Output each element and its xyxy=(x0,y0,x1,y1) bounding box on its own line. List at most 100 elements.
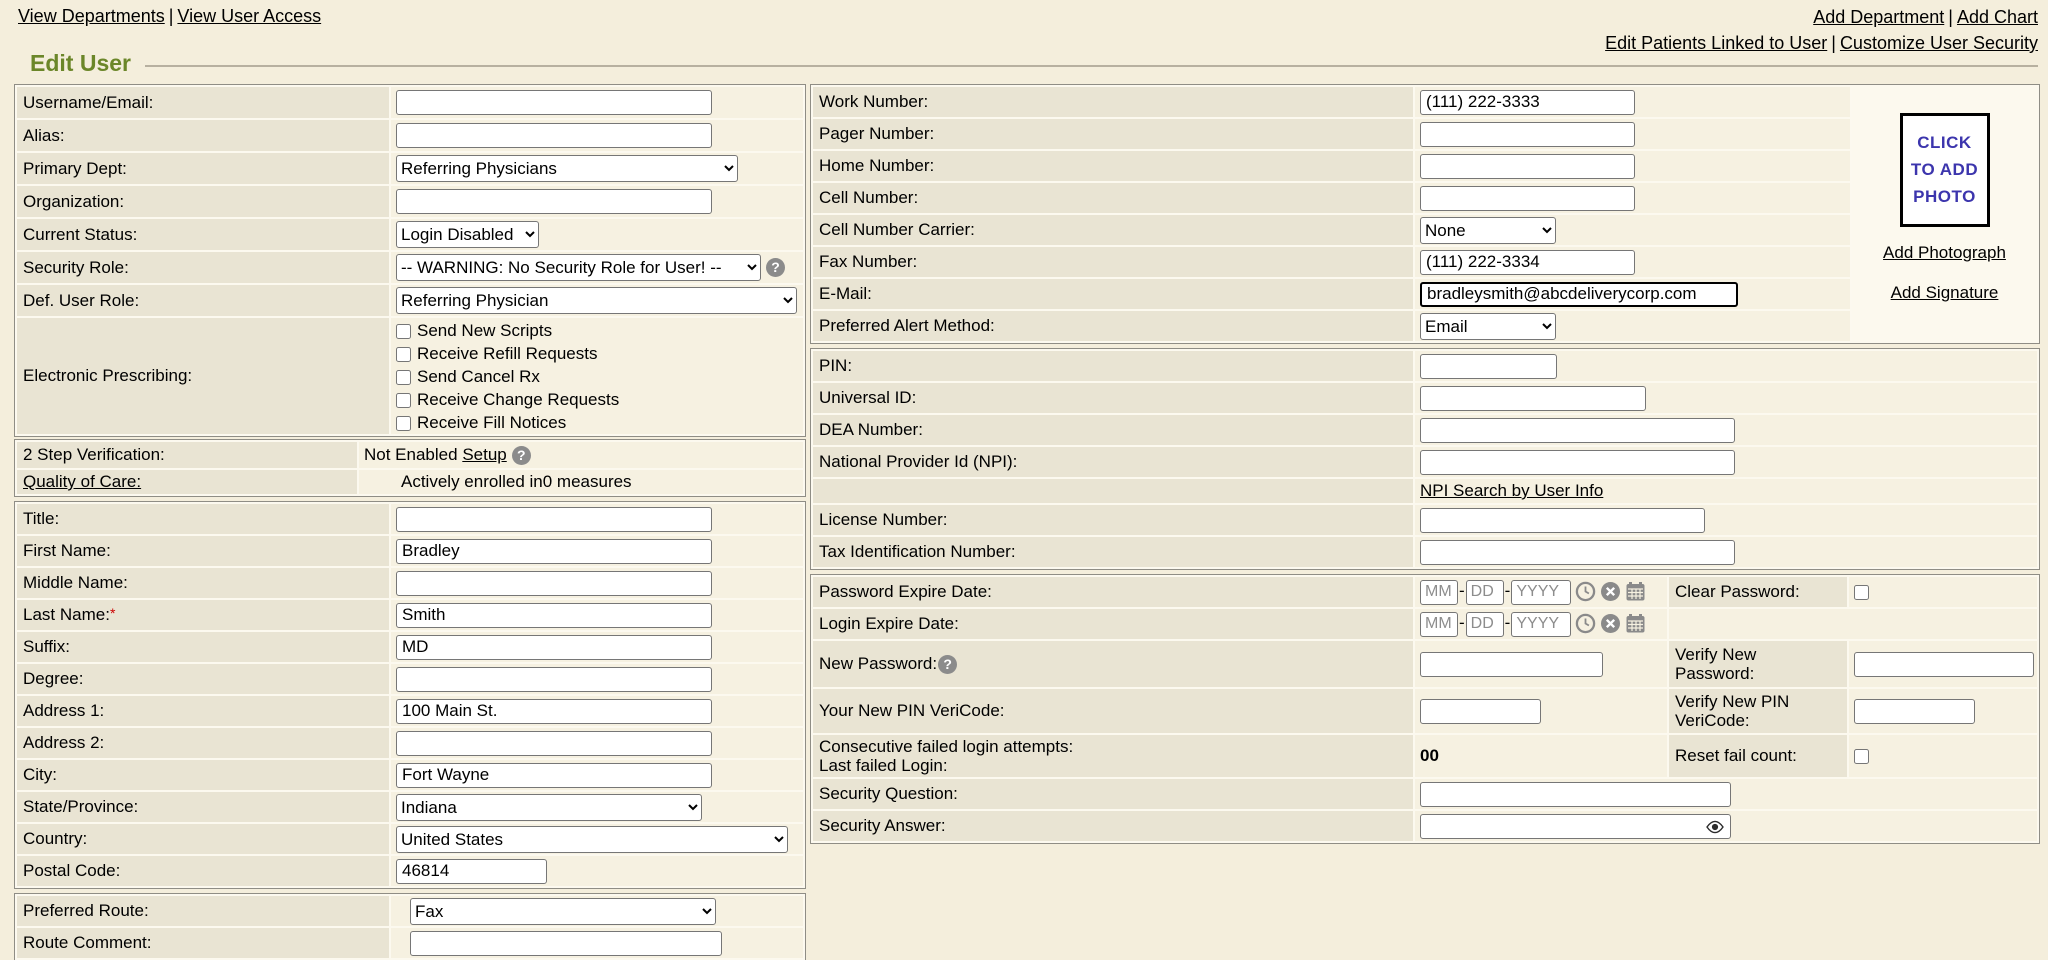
current-status-select[interactable]: Login Disabled xyxy=(396,221,539,248)
clock-icon[interactable] xyxy=(1575,613,1596,634)
login-expire-mm-input[interactable] xyxy=(1420,612,1458,637)
receive-refill-requests-checkbox[interactable] xyxy=(396,347,411,362)
npi-input[interactable] xyxy=(1420,450,1735,475)
show-password-eye-icon[interactable] xyxy=(1706,820,1724,834)
table-row: Address 1: xyxy=(17,696,803,726)
cell-number-label: Cell Number: xyxy=(813,183,1413,213)
username-input[interactable] xyxy=(396,90,712,115)
address1-label: Address 1: xyxy=(17,696,389,726)
send-cancel-rx-checkbox[interactable] xyxy=(396,370,411,385)
city-input[interactable] xyxy=(396,763,712,788)
table-row: State/Province: Indiana xyxy=(17,792,803,822)
country-label: Country: xyxy=(17,824,389,854)
middle-name-input[interactable] xyxy=(396,571,712,596)
primary-dept-select[interactable]: Referring Physicians xyxy=(396,155,738,182)
title-input[interactable] xyxy=(396,507,712,532)
email-input[interactable] xyxy=(1420,282,1738,307)
clear-password-label: Clear Password: xyxy=(1669,577,1847,607)
table-row: Universal ID: xyxy=(813,383,2037,413)
preferred-alert-method-select[interactable]: Email xyxy=(1420,313,1556,340)
view-user-access-link[interactable]: View User Access xyxy=(177,6,321,26)
table-row: Quality of Care: Actively enrolled in0 m… xyxy=(17,470,803,494)
password-expire-mm-input[interactable] xyxy=(1420,580,1458,605)
npi-search-link[interactable]: NPI Search by User Info xyxy=(1420,481,1603,500)
password-expire-label: Password Expire Date: xyxy=(813,577,1413,607)
last-failed-login-label: Last failed Login: xyxy=(819,756,1409,775)
security-role-help-icon[interactable] xyxy=(766,258,785,277)
add-signature-link[interactable]: Add Signature xyxy=(1853,283,2036,303)
alias-label: Alias: xyxy=(17,120,389,151)
license-number-input[interactable] xyxy=(1420,508,1705,533)
login-expire-dd-input[interactable] xyxy=(1466,612,1504,637)
clock-icon[interactable] xyxy=(1575,581,1596,602)
cell-number-input[interactable] xyxy=(1420,186,1635,211)
primary-dept-label: Primary Dept: xyxy=(17,153,389,184)
login-expire-yyyy-input[interactable] xyxy=(1511,612,1571,637)
view-departments-link[interactable]: View Departments xyxy=(18,6,165,26)
send-new-scripts-checkbox[interactable] xyxy=(396,324,411,339)
add-department-link[interactable]: Add Department xyxy=(1813,7,1944,27)
checkbox-label: Receive Change Requests xyxy=(417,390,619,409)
table-row: PIN: xyxy=(813,351,2037,381)
security-role-select[interactable]: -- WARNING: No Security Role for User! -… xyxy=(396,254,761,281)
tax-id-input[interactable] xyxy=(1420,540,1735,565)
pin-input[interactable] xyxy=(1420,354,1557,379)
work-number-input[interactable] xyxy=(1420,90,1635,115)
receive-change-requests-checkbox[interactable] xyxy=(396,393,411,408)
clear-date-icon[interactable] xyxy=(1600,613,1621,634)
route-comment-input[interactable] xyxy=(410,931,722,956)
last-name-input[interactable] xyxy=(396,603,712,628)
reset-fail-count-checkbox[interactable] xyxy=(1854,749,1869,764)
preferred-route-select[interactable]: Fax xyxy=(410,898,716,925)
password-expire-dd-input[interactable] xyxy=(1466,580,1504,605)
date-separator: - xyxy=(1504,581,1512,600)
preferred-alert-method-label: Preferred Alert Method: xyxy=(813,311,1413,341)
two-step-setup-link[interactable]: Setup xyxy=(462,445,506,464)
table-row: Consecutive failed login attempts: Last … xyxy=(813,735,2037,777)
add-photo-placeholder[interactable]: CLICK TO ADD PHOTO xyxy=(1900,113,1990,227)
calendar-icon[interactable] xyxy=(1625,613,1646,634)
state-label: State/Province: xyxy=(17,792,389,822)
new-pin-vericode-label: Your New PIN VeriCode: xyxy=(813,689,1413,733)
add-photograph-link[interactable]: Add Photograph xyxy=(1853,243,2036,263)
verify-new-password-input[interactable] xyxy=(1854,652,2034,677)
alias-input[interactable] xyxy=(396,123,712,148)
clear-date-icon[interactable] xyxy=(1600,581,1621,602)
new-password-input[interactable] xyxy=(1420,652,1603,677)
two-step-help-icon[interactable] xyxy=(512,446,531,465)
fax-number-input[interactable] xyxy=(1420,250,1635,275)
receive-fill-notices-checkbox[interactable] xyxy=(396,416,411,431)
security-question-input[interactable] xyxy=(1420,782,1731,807)
verification-group: 2 Step Verification: Not Enabled Setup Q… xyxy=(14,439,806,497)
def-user-role-select[interactable]: Referring Physician xyxy=(396,287,797,314)
suffix-input[interactable] xyxy=(396,635,712,660)
organization-input[interactable] xyxy=(396,189,712,214)
table-row: Suffix: xyxy=(17,632,803,662)
state-select[interactable]: Indiana xyxy=(396,794,702,821)
country-select[interactable]: United States xyxy=(396,826,788,853)
password-expire-yyyy-input[interactable] xyxy=(1511,580,1571,605)
degree-input[interactable] xyxy=(396,667,712,692)
new-pin-vericode-input[interactable] xyxy=(1420,699,1541,724)
eprescribing-option: Send Cancel Rx xyxy=(396,365,799,388)
quality-of-care-link[interactable]: Quality of Care: xyxy=(23,472,141,491)
calendar-icon[interactable] xyxy=(1625,581,1646,602)
clear-password-checkbox[interactable] xyxy=(1854,585,1869,600)
postal-code-input[interactable] xyxy=(396,859,547,884)
security-answer-input[interactable] xyxy=(1420,814,1731,839)
cell-carrier-select[interactable]: None xyxy=(1420,217,1556,244)
current-status-label: Current Status: xyxy=(17,219,389,250)
dea-number-input[interactable] xyxy=(1420,418,1735,443)
electronic-prescribing-label: Electronic Prescribing: xyxy=(17,318,389,434)
new-password-help-icon[interactable] xyxy=(938,655,957,674)
right-column: Work Number: CLICK TO ADD PHOTO Add Phot… xyxy=(810,84,2040,848)
add-chart-link[interactable]: Add Chart xyxy=(1957,7,2038,27)
address2-input[interactable] xyxy=(396,731,712,756)
universal-id-input[interactable] xyxy=(1420,386,1646,411)
login-expire-label: Login Expire Date: xyxy=(813,609,1413,639)
address1-input[interactable] xyxy=(396,699,712,724)
home-number-input[interactable] xyxy=(1420,154,1635,179)
verify-new-pin-vericode-input[interactable] xyxy=(1854,699,1975,724)
pager-number-input[interactable] xyxy=(1420,122,1635,147)
first-name-input[interactable] xyxy=(396,539,712,564)
